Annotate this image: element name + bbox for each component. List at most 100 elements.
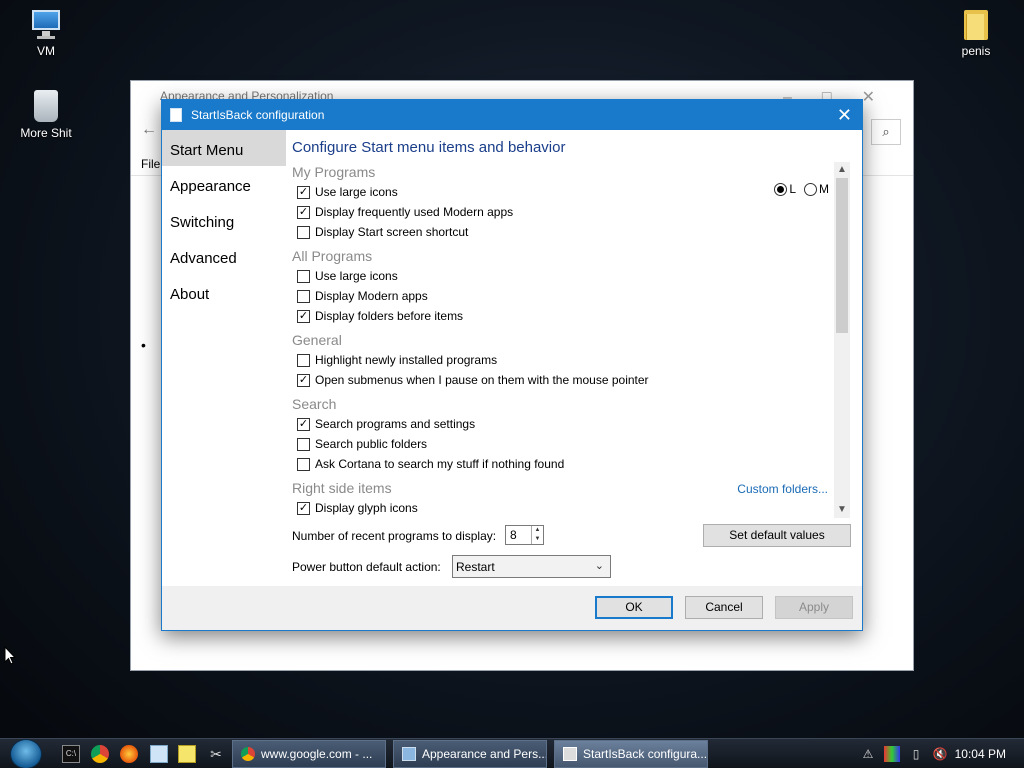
checkbox-label: Display glyph icons bbox=[315, 501, 418, 515]
computer-icon bbox=[30, 8, 62, 40]
checkbox-label: Open submenus when I pause on them with … bbox=[315, 373, 649, 387]
apply-button[interactable]: Apply bbox=[775, 596, 853, 619]
close-icon[interactable]: ✕ bbox=[837, 105, 852, 126]
checkbox[interactable] bbox=[297, 353, 310, 367]
command-prompt-icon[interactable]: C:\ bbox=[62, 745, 80, 763]
app-icon bbox=[563, 747, 577, 761]
checkbox[interactable]: ✓ bbox=[297, 185, 310, 199]
chrome-icon[interactable] bbox=[91, 745, 109, 763]
checkbox-row[interactable]: ✓ Display glyph icons bbox=[292, 498, 828, 518]
checkbox[interactable]: ✓ bbox=[297, 373, 310, 387]
checkbox[interactable] bbox=[297, 289, 310, 303]
search-icon[interactable]: ⌕ bbox=[871, 119, 901, 145]
checkbox-row[interactable]: Ask Cortana to search my stuff if nothin… bbox=[292, 454, 828, 474]
mouse-cursor-icon bbox=[4, 646, 16, 665]
set-default-values-button[interactable]: Set default values bbox=[703, 524, 851, 547]
recent-programs-value[interactable]: 8 bbox=[510, 528, 517, 542]
nav-advanced[interactable]: Advanced bbox=[162, 238, 286, 274]
checkbox[interactable]: ✓ bbox=[297, 417, 310, 431]
checkbox-label: Display folders before items bbox=[315, 309, 464, 323]
checkbox[interactable] bbox=[297, 457, 310, 471]
power-button-label: Power button default action: bbox=[292, 560, 441, 574]
color-icon[interactable] bbox=[884, 746, 900, 762]
nav-appearance[interactable]: Appearance bbox=[162, 166, 286, 202]
chrome-icon bbox=[241, 747, 255, 761]
nav-start-menu[interactable]: Start Menu bbox=[162, 130, 286, 166]
checkbox-row[interactable]: ✓ Display frequently used Modern apps bbox=[292, 202, 828, 222]
taskbar-button-label: Appearance and Pers... bbox=[422, 747, 547, 761]
volume-muted-icon[interactable]: 🔇 bbox=[932, 746, 948, 762]
desktop-icon-recycle-bin[interactable]: More Shit bbox=[6, 90, 86, 140]
taskbar-button-appearance[interactable]: Appearance and Pers... bbox=[393, 740, 547, 768]
page-title: Configure Start menu items and behavior bbox=[292, 139, 566, 156]
checkbox-row[interactable]: Use large icons bbox=[292, 266, 828, 286]
desktop-icon-vm[interactable]: VM bbox=[6, 8, 86, 58]
checkbox-row[interactable]: ✓ Display folders before items bbox=[292, 306, 828, 326]
power-action-select[interactable]: Restart ⌄ bbox=[452, 555, 611, 578]
content-panel: Configure Start menu items and behavior … bbox=[286, 130, 862, 586]
checkbox-row[interactable]: ✓ Open submenus when I pause on them wit… bbox=[292, 370, 828, 390]
checkbox-row[interactable]: ✓ Use large icons L M bbox=[292, 182, 829, 202]
radio-medium[interactable] bbox=[804, 182, 817, 196]
folder-icon bbox=[960, 8, 992, 40]
section-search: Search bbox=[292, 396, 337, 412]
checkbox[interactable] bbox=[297, 225, 310, 239]
checkbox-label: Search programs and settings bbox=[315, 417, 476, 431]
cancel-button[interactable]: Cancel bbox=[685, 596, 763, 619]
section-general: General bbox=[292, 332, 342, 348]
snipping-tool-icon[interactable]: ✂ bbox=[207, 745, 225, 763]
recent-programs-stepper[interactable]: 8 ▲ ▼ bbox=[505, 525, 544, 545]
scroll-up-icon[interactable]: ▲ bbox=[834, 162, 850, 178]
clock[interactable]: 10:04 PM bbox=[955, 747, 1006, 761]
icon-size-radios: L M bbox=[766, 182, 829, 196]
checkbox-row[interactable]: ✓ Search programs and settings bbox=[292, 414, 828, 434]
notepad-icon[interactable] bbox=[150, 745, 168, 763]
control-panel-icon bbox=[402, 747, 416, 761]
file-menu[interactable]: File bbox=[141, 157, 160, 171]
checkbox[interactable]: ✓ bbox=[297, 309, 310, 323]
checkbox[interactable] bbox=[297, 437, 310, 451]
recent-programs-label: Number of recent programs to display: bbox=[292, 529, 497, 543]
app-icon bbox=[170, 108, 182, 122]
desktop-icon-label: penis bbox=[961, 44, 991, 58]
checkbox-row[interactable]: Search public folders bbox=[292, 434, 828, 454]
sticky-notes-icon[interactable] bbox=[178, 745, 196, 763]
checkbox-label: Display Start screen shortcut bbox=[315, 225, 469, 239]
checkbox-row[interactable]: Display Modern apps bbox=[292, 286, 828, 306]
usb-icon[interactable]: ▯ bbox=[908, 746, 924, 762]
dialog-title: StartIsBack configuration bbox=[191, 108, 325, 122]
custom-folders-link[interactable]: Custom folders... bbox=[737, 482, 828, 496]
checkbox-row[interactable]: Highlight newly installed programs bbox=[292, 350, 828, 370]
checkbox-label: Highlight newly installed programs bbox=[315, 353, 498, 367]
dialog-titlebar[interactable]: StartIsBack configuration ✕ bbox=[162, 100, 862, 130]
scroll-thumb[interactable] bbox=[836, 178, 848, 333]
chevron-down-icon: ⌄ bbox=[594, 560, 604, 572]
checkbox[interactable]: ✓ bbox=[297, 205, 310, 219]
back-arrow-icon[interactable]: ← bbox=[141, 121, 157, 139]
checkbox-label: Display frequently used Modern apps bbox=[315, 205, 514, 219]
network-icon[interactable]: ⚠ bbox=[860, 746, 876, 762]
checkbox-label: Ask Cortana to search my stuff if nothin… bbox=[315, 457, 565, 471]
nav-switching[interactable]: Switching bbox=[162, 202, 286, 238]
desktop-icon-label: More Shit bbox=[20, 126, 72, 140]
start-button-icon[interactable] bbox=[10, 739, 42, 768]
vertical-scrollbar[interactable]: ▲ ▼ bbox=[834, 162, 850, 518]
taskbar-button-startisback[interactable]: StartIsBack configura... bbox=[554, 740, 708, 768]
firefox-icon[interactable] bbox=[120, 745, 138, 763]
spin-arrows-icon[interactable]: ▲ ▼ bbox=[531, 526, 543, 544]
recycle-bin-icon bbox=[34, 90, 58, 122]
ok-button[interactable]: OK bbox=[595, 596, 673, 619]
scroll-down-icon[interactable]: ▼ bbox=[834, 502, 850, 518]
sidebar-nav: Start Menu Appearance Switching Advanced… bbox=[162, 130, 286, 586]
section-my-programs: My Programs bbox=[292, 164, 376, 180]
taskbar-button-label: StartIsBack configura... bbox=[583, 747, 708, 761]
checkbox-label: Display Modern apps bbox=[315, 289, 428, 303]
taskbar-button-chrome[interactable]: www.google.com - ... bbox=[232, 740, 386, 768]
radio-large[interactable] bbox=[774, 182, 788, 196]
desktop-icon-folder[interactable]: penis bbox=[936, 8, 1016, 58]
checkbox[interactable]: ✓ bbox=[297, 501, 310, 515]
checkbox[interactable] bbox=[297, 269, 310, 283]
nav-about[interactable]: About bbox=[162, 274, 286, 310]
checkbox-row[interactable]: Display Start screen shortcut bbox=[292, 222, 828, 242]
taskbar-button-label: www.google.com - ... bbox=[261, 747, 373, 761]
